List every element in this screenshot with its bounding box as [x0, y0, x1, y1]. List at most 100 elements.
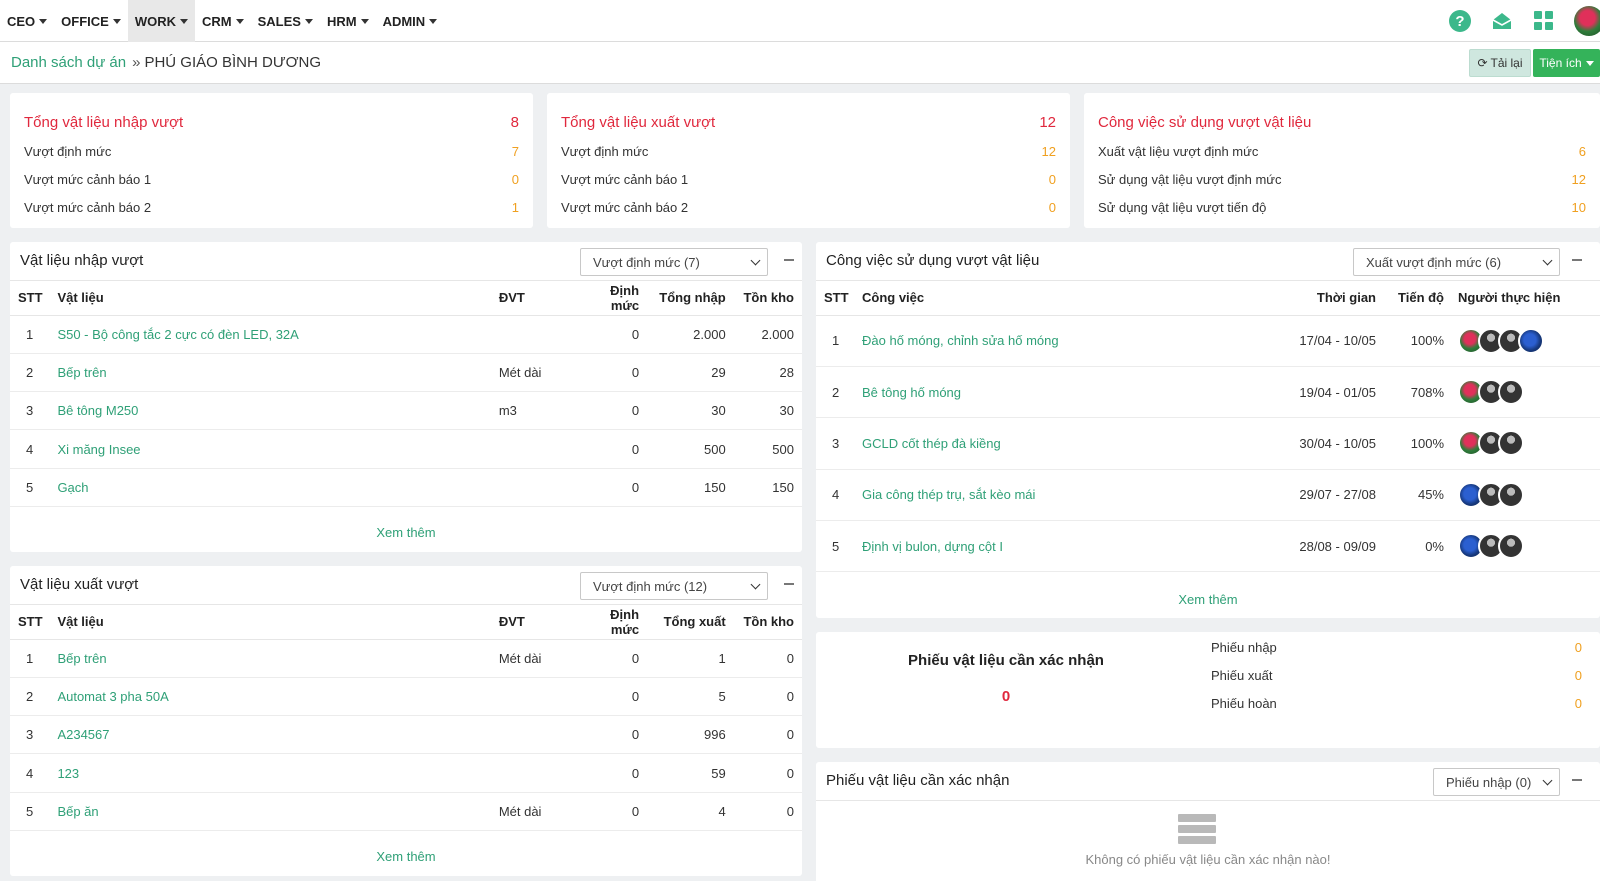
breadcrumb-project-list-link[interactable]: Danh sách dự án: [11, 54, 126, 71]
summary-row[interactable]: Vượt định mức 12: [561, 137, 1056, 165]
summary-title: Tổng vật liệu nhập vượt: [24, 113, 184, 131]
material-name-link[interactable]: Gạch: [57, 468, 499, 507]
assignee-avatar[interactable]: [1498, 533, 1524, 560]
column-header[interactable]: Định mức: [579, 605, 640, 640]
column-header[interactable]: Tiến độ: [1376, 281, 1444, 316]
summary-row[interactable]: Xuất vật liệu vượt định mức 6: [1098, 137, 1586, 165]
confirm-row[interactable]: Phiếu xuất 0: [1211, 668, 1582, 683]
total-value: 59: [639, 753, 726, 793]
material-name-link[interactable]: Bếp ăn: [57, 792, 499, 831]
table-row[interactable]: 5 Định vị bulon, dựng cột I 28/08 - 09/09 0…: [816, 520, 1600, 573]
table-row[interactable]: 5 Bếp ăn Mét dài 0 4 0: [10, 792, 802, 831]
menu-item-admin[interactable]: ADMIN: [376, 0, 445, 42]
row-number: 3: [816, 417, 862, 470]
menu-item-crm[interactable]: CRM: [195, 0, 251, 42]
task-name-link[interactable]: Đào hố móng, chỉnh sửa hố móng: [862, 315, 1272, 367]
unit: [498, 429, 580, 469]
assignee-avatars: [1458, 430, 1600, 457]
import-table: STT Vật liệu ĐVT Định mức Tổng nhập Tồn kho 1 S…: [10, 281, 802, 507]
apps-grid-icon[interactable]: [1530, 7, 1558, 35]
material-name-link[interactable]: Bếp trên: [57, 353, 499, 393]
summary-row[interactable]: Vượt mức cảnh báo 1 0: [561, 165, 1056, 193]
column-header[interactable]: Thời gian: [1272, 281, 1376, 316]
help-icon[interactable]: ?: [1446, 7, 1474, 35]
table-row[interactable]: 5 Gạch 0 150 150: [10, 468, 802, 507]
confirm-filter-select[interactable]: Phiếu nhập (0): [1433, 768, 1560, 796]
see-more-link[interactable]: Xem thêm: [10, 849, 802, 864]
table-row[interactable]: 2 Bếp trên Mét dài 0 29 28: [10, 353, 802, 393]
material-name-link[interactable]: S50 - Bộ công tắc 2 cực có đèn LED, 32A: [57, 315, 499, 354]
table-row[interactable]: 3 A234567 0 996 0: [10, 715, 802, 755]
material-name-link[interactable]: Bếp trên: [57, 639, 499, 678]
assignee-avatar[interactable]: [1498, 430, 1524, 457]
task-filter-select[interactable]: Xuất vượt định mức (6): [1353, 248, 1560, 276]
menu-item-hrm[interactable]: HRM: [320, 0, 376, 42]
summary-row[interactable]: Vượt mức cảnh báo 1 0: [24, 165, 519, 193]
panel-header: Phiếu vật liệu cần xác nhận Phiếu nhập (…: [816, 762, 1600, 801]
summary-row-label: Vượt định mức: [561, 143, 649, 159]
column-header[interactable]: ĐVT: [498, 281, 580, 316]
collapse-icon[interactable]: [1572, 259, 1582, 261]
confirm-row[interactable]: Phiếu nhập 0: [1211, 640, 1582, 655]
task-name-link[interactable]: Định vị bulon, dựng cột I: [862, 520, 1272, 573]
table-row[interactable]: 4 Gia công thép trụ, sắt kèo mái 29/07 - 2…: [816, 469, 1600, 522]
table-row[interactable]: 1 Đào hố móng, chỉnh sửa hố móng 17/04 - 1…: [816, 315, 1600, 367]
table-row[interactable]: 1 Bếp trên Mét dài 0 1 0: [10, 639, 802, 678]
row-number: 5: [816, 520, 862, 573]
table-row[interactable]: 3 GCLD cốt thép đà kiềng 30/04 - 10/05 100%: [816, 417, 1600, 470]
column-header[interactable]: Định mức: [579, 281, 640, 316]
table-row[interactable]: 4 Xi măng Insee 0 500 500: [10, 429, 802, 469]
column-header[interactable]: Công việc: [862, 281, 1272, 316]
confirm-row[interactable]: Phiếu hoàn 0: [1211, 696, 1582, 711]
table-row[interactable]: 4 123 0 59 0: [10, 753, 802, 793]
menu-item-sales[interactable]: SALES: [251, 0, 320, 42]
import-filter-select[interactable]: Vượt định mức (7): [580, 248, 768, 276]
summary-row[interactable]: Vượt mức cảnh báo 2 1: [24, 193, 519, 221]
menu-item-office[interactable]: OFFICE: [54, 0, 128, 42]
row-number: 2: [10, 677, 58, 717]
table-row[interactable]: 2 Bê tông hố móng 19/04 - 01/05 708%: [816, 366, 1600, 419]
material-name-link[interactable]: Xi măng Insee: [57, 429, 499, 469]
collapse-icon[interactable]: [784, 583, 794, 585]
material-name-link[interactable]: Bê tông M250: [57, 391, 499, 431]
see-more-link[interactable]: Xem thêm: [10, 525, 802, 540]
column-header[interactable]: ĐVT: [498, 605, 580, 640]
menu-item-work[interactable]: WORK: [127, 0, 196, 42]
column-header[interactable]: STT: [10, 281, 58, 316]
menu-item-ceo[interactable]: CEO: [0, 0, 54, 42]
summary-row[interactable]: Vượt mức cảnh báo 2 0: [561, 193, 1056, 221]
table-row[interactable]: 2 Automat 3 pha 50A 0 5 0: [10, 677, 802, 717]
summary-row[interactable]: Vượt định mức 7: [24, 137, 519, 165]
table-row[interactable]: 3 Bê tông M250 m3 0 30 30: [10, 391, 802, 431]
user-avatar[interactable]: [1574, 6, 1600, 36]
collapse-icon[interactable]: [1572, 779, 1582, 781]
column-header[interactable]: Người thực hiện: [1444, 281, 1600, 316]
column-header[interactable]: Tổng nhập: [639, 281, 726, 316]
collapse-icon[interactable]: [784, 259, 794, 261]
inbox-icon[interactable]: [1488, 7, 1516, 35]
assignee-avatar[interactable]: [1518, 327, 1544, 354]
material-name-link[interactable]: 123: [57, 753, 499, 793]
utilities-button[interactable]: Tiện ích: [1533, 49, 1600, 77]
material-name-link[interactable]: A234567: [57, 715, 499, 755]
export-filter-select[interactable]: Vượt định mức (12): [580, 572, 768, 600]
column-header[interactable]: Vật liệu: [57, 281, 499, 316]
column-header[interactable]: Vật liệu: [57, 605, 499, 640]
confirm-row-label: Phiếu nhập: [1211, 640, 1277, 655]
column-header[interactable]: Tồn kho: [725, 605, 802, 640]
column-header[interactable]: STT: [10, 605, 58, 640]
column-header[interactable]: Tồn kho: [725, 281, 802, 316]
column-header[interactable]: Tổng xuất: [639, 605, 726, 640]
summary-row[interactable]: Sử dụng vật liệu vượt tiến độ 10: [1098, 193, 1586, 221]
table-row[interactable]: 1 S50 - Bộ công tắc 2 cực có đèn LED, 32A…: [10, 315, 802, 354]
reload-button[interactable]: ⟳ Tải lại: [1469, 49, 1531, 77]
material-name-link[interactable]: Automat 3 pha 50A: [57, 677, 499, 717]
assignee-avatar[interactable]: [1498, 481, 1524, 508]
assignee-avatar[interactable]: [1498, 379, 1524, 406]
task-name-link[interactable]: Gia công thép trụ, sắt kèo mái: [862, 469, 1272, 522]
column-header[interactable]: STT: [816, 281, 862, 316]
task-name-link[interactable]: GCLD cốt thép đà kiềng: [862, 417, 1272, 470]
task-name-link[interactable]: Bê tông hố móng: [862, 366, 1272, 419]
summary-row[interactable]: Sử dụng vật liệu vượt định mức 12: [1098, 165, 1586, 193]
see-more-link[interactable]: Xem thêm: [816, 592, 1600, 607]
